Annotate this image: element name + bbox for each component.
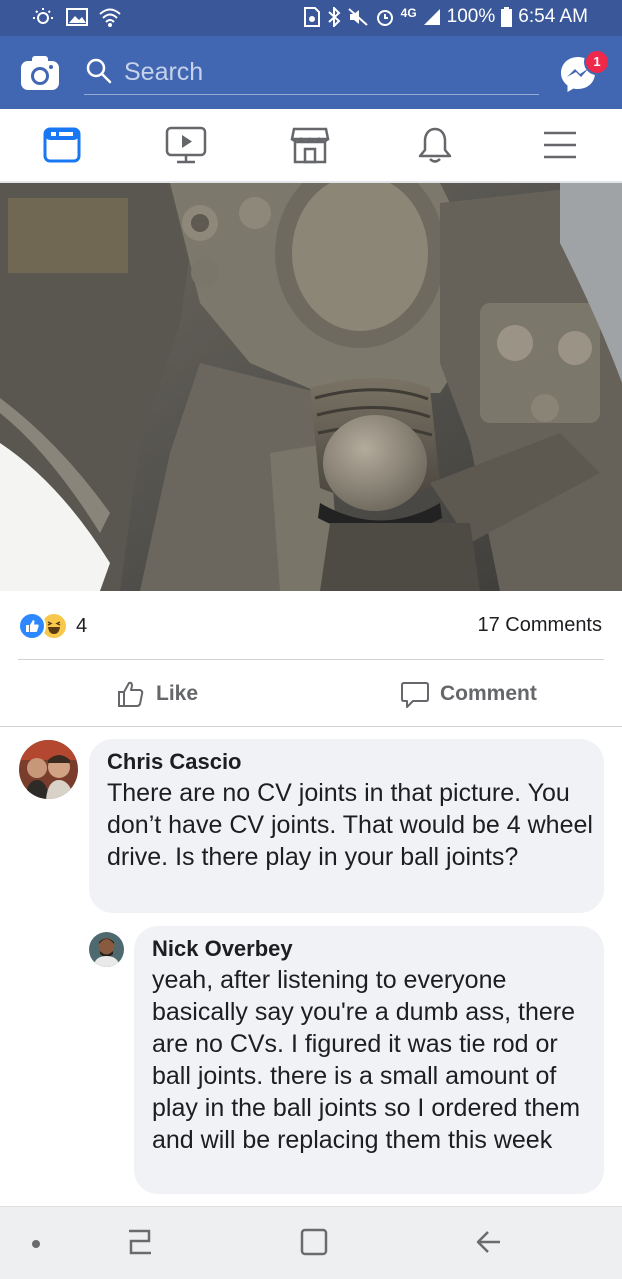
profile-photo-chris xyxy=(19,740,78,799)
tab-news-feed[interactable] xyxy=(42,125,82,165)
home-button[interactable] xyxy=(298,1225,330,1264)
tab-marketplace[interactable] xyxy=(290,125,330,165)
comment-bubble[interactable]: Chris Cascio There are no CV joints in t… xyxy=(89,739,604,913)
home-icon xyxy=(300,1228,328,1256)
comment-author[interactable]: Chris Cascio xyxy=(107,749,597,775)
divider xyxy=(0,726,622,727)
comment-bubble[interactable]: Nick Overbey yeah, after listening to ev… xyxy=(134,926,604,1194)
gallery-icon xyxy=(66,7,88,27)
clock: 6:54 AM xyxy=(518,6,588,27)
comment-bubble-icon xyxy=(401,682,429,708)
avatar[interactable] xyxy=(89,932,124,967)
signal-icon xyxy=(423,8,441,26)
search-bar[interactable] xyxy=(84,50,539,95)
nav-dot-button[interactable] xyxy=(30,1237,42,1255)
suspension-ball-joint-photo xyxy=(0,183,622,591)
comment-text: There are no CV joints in that picture. … xyxy=(107,779,593,871)
battery-percent: 100% xyxy=(446,6,496,27)
search-input[interactable] xyxy=(122,54,526,90)
thumbs-up-icon xyxy=(118,681,144,707)
menu-icon xyxy=(544,131,576,159)
camera-icon xyxy=(21,56,59,90)
tab-bar xyxy=(0,109,622,183)
like-label: Like xyxy=(156,682,199,705)
battery-icon xyxy=(501,7,513,27)
top-app-bar: 1 xyxy=(0,36,622,109)
dot-icon xyxy=(32,1240,40,1248)
bluetooth-icon xyxy=(327,7,341,27)
messenger-badge: 1 xyxy=(584,49,610,75)
wifi-icon xyxy=(98,6,122,28)
tab-watch[interactable] xyxy=(165,125,207,165)
status-bar: 4G 100% 6:54 AM xyxy=(0,0,622,36)
search-icon xyxy=(86,58,112,84)
recent-apps-button[interactable] xyxy=(125,1225,155,1264)
sim-icon xyxy=(303,7,321,27)
like-reaction-icon xyxy=(18,612,46,640)
android-navigation-bar xyxy=(0,1206,622,1279)
reaction-summary[interactable]: 4 xyxy=(18,612,87,640)
tab-notifications[interactable] xyxy=(415,125,455,165)
notifications-bell-icon xyxy=(418,127,452,163)
post-photo[interactable] xyxy=(0,183,622,591)
divider xyxy=(18,659,604,660)
alarm-icon xyxy=(375,7,395,27)
comment-author[interactable]: Nick Overbey xyxy=(152,936,597,962)
comment-text: yeah, after listening to everyone basica… xyxy=(152,966,581,1154)
marketplace-icon xyxy=(290,127,330,164)
back-button[interactable] xyxy=(474,1225,504,1264)
comment-button[interactable]: Comment xyxy=(400,676,537,712)
mute-icon xyxy=(347,7,369,27)
profile-photo-nick xyxy=(89,932,124,967)
brightness-icon xyxy=(30,7,56,27)
comment-label: Comment xyxy=(440,682,537,705)
network-type: 4G xyxy=(400,6,417,20)
tab-menu[interactable] xyxy=(540,125,580,165)
back-arrow-icon xyxy=(476,1231,500,1253)
recent-apps-icon xyxy=(129,1229,151,1255)
comments-count-link[interactable]: 17 Comments xyxy=(478,614,603,637)
news-feed-icon xyxy=(43,127,81,163)
avatar[interactable] xyxy=(19,740,78,799)
camera-button[interactable] xyxy=(20,55,60,91)
watch-icon xyxy=(165,126,207,164)
like-button[interactable]: Like xyxy=(116,676,198,712)
reaction-count: 4 xyxy=(76,614,88,637)
